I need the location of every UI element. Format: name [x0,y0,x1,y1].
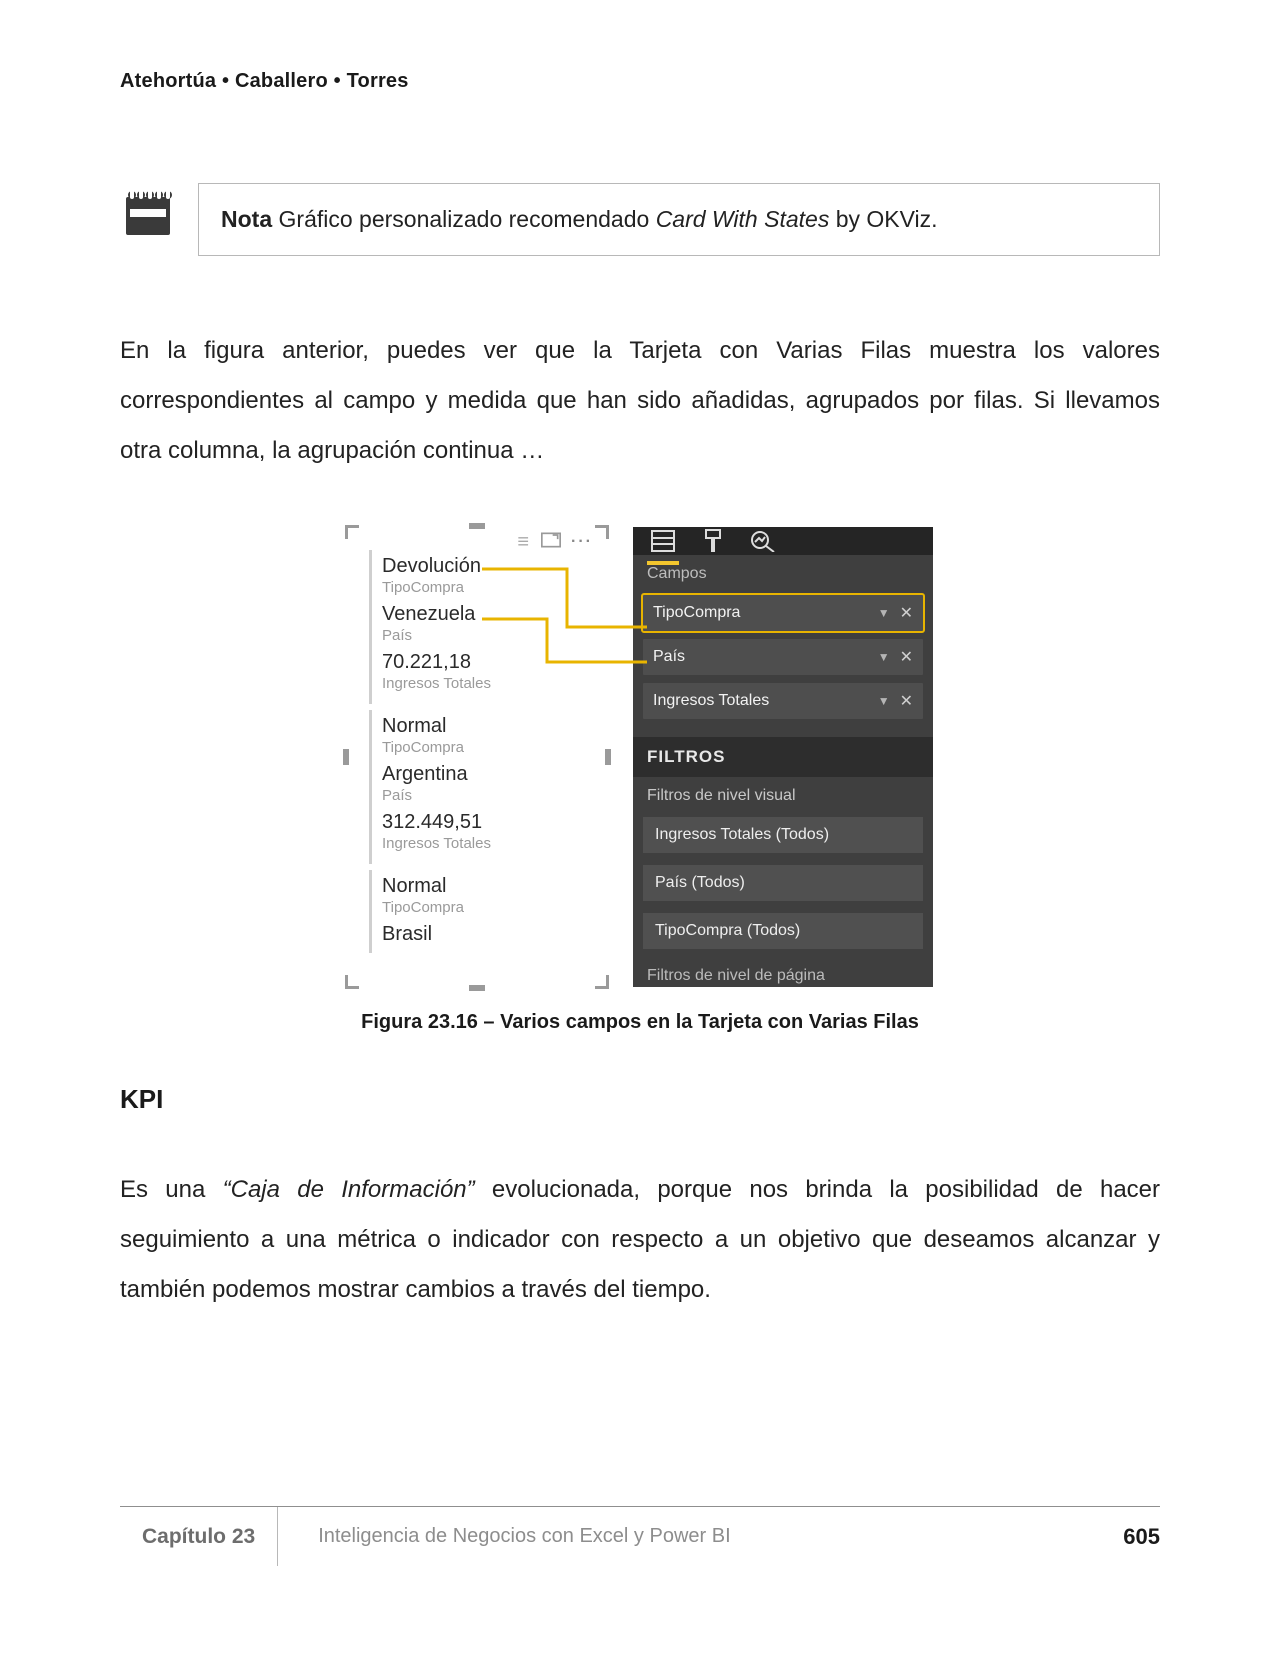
card-value: Normal [382,874,589,899]
chevron-down-icon[interactable]: ▼ [878,606,890,620]
card-label: Ingresos Totales [382,835,589,852]
selection-handle[interactable] [605,749,611,765]
card-value: Brasil [382,922,589,947]
field-well-item[interactable]: TipoCompra ▼ ✕ [643,595,923,631]
card-value: 70.221,18 [382,650,589,675]
panel-tab-bar [633,527,933,555]
field-well-item[interactable]: País ▼ ✕ [643,639,923,675]
page-level-filters-label: Filtros de nivel de página [633,955,933,987]
chevron-down-icon[interactable]: ▼ [878,694,890,708]
notepad-icon [120,183,176,239]
card-label: TipoCompra [382,899,589,916]
more-options-icon[interactable]: ··· [571,533,593,551]
card-value: Argentina [382,762,589,787]
page-header-authors: Atehortúa • Caballero • Torres [120,70,1160,93]
selection-handle[interactable] [343,749,349,765]
note-box: Nota Gráfico personalizado recomendado C… [198,183,1160,256]
field-name: TipoCompra [653,604,740,622]
card-value: Devolución [382,554,589,579]
paragraph-2: Es una “Caja de Información” evolucionad… [120,1165,1160,1316]
note-visual-name: Card With States [656,206,830,232]
focus-mode-icon[interactable] [541,532,561,553]
card-value: 312.449,51 [382,810,589,835]
filter-item[interactable]: País (Todos) [643,865,923,901]
visualizations-panel: Campos TipoCompra ▼ ✕ País ▼ ✕ Ingresos … [633,527,933,987]
card-label: País [382,787,589,804]
footer-page-number: 605 [1123,1524,1160,1550]
card-label: TipoCompra [382,579,589,596]
selection-handle[interactable] [595,525,609,539]
note-block: Nota Gráfico personalizado recomendado C… [120,183,1160,256]
section-heading-kpi: KPI [120,1084,1160,1115]
paragraph-2-pre: Es una [120,1176,223,1203]
selection-handle[interactable] [595,975,609,989]
field-name: Ingresos Totales [653,692,769,710]
selection-handle[interactable] [345,525,359,539]
remove-field-icon[interactable]: ✕ [900,691,913,711]
paragraph-2-quote: “Caja de Información” [223,1176,475,1203]
footer-chapter: Capítulo 23 [120,1507,278,1566]
note-text-suffix: by OKViz. [829,206,937,232]
paragraph-1: En la figura anterior, puedes ver que la… [120,326,1160,477]
field-well-item[interactable]: Ingresos Totales ▼ ✕ [643,683,923,719]
note-text-prefix: Gráfico personalizado recomendado [272,206,656,232]
selection-handle[interactable] [345,975,359,989]
visual-level-filters-label: Filtros de nivel visual [633,777,933,811]
card-group-1: Devolución TipoCompra Venezuela País 70.… [369,550,589,704]
visual-toolbar: ≡ ··· [517,531,593,554]
card-value: Normal [382,714,589,739]
card-label: País [382,627,589,644]
selection-handle[interactable] [469,523,485,529]
filter-item[interactable]: TipoCompra (Todos) [643,913,923,949]
card-group-3: Normal TipoCompra Brasil [369,870,589,953]
remove-field-icon[interactable]: ✕ [900,647,913,667]
card-label: TipoCompra [382,739,589,756]
filter-item[interactable]: Ingresos Totales (Todos) [643,817,923,853]
footer-title: Inteligencia de Negocios con Excel y Pow… [278,1525,1123,1548]
figure-caption: Figura 23.16 – Varios campos en la Tarje… [361,1011,919,1034]
analytics-tab-icon[interactable] [749,527,777,555]
fields-tab-icon[interactable] [649,527,677,555]
field-name: País [653,648,685,666]
card-label: Ingresos Totales [382,675,589,692]
selection-handle[interactable] [469,985,485,991]
card-value: Venezuela [382,602,589,627]
remove-field-icon[interactable]: ✕ [900,603,913,623]
filters-header: FILTROS [633,737,933,777]
note-label: Nota [221,206,272,232]
format-tab-icon[interactable] [699,527,727,555]
multirow-card-visual[interactable]: ≡ ··· Devolución TipoCompra Venezuela Pa… [347,527,607,987]
figure-23-16: ≡ ··· Devolución TipoCompra Venezuela Pa… [120,527,1160,1034]
drag-handle-icon[interactable]: ≡ [517,531,527,554]
page-footer: Capítulo 23 Inteligencia de Negocios con… [120,1506,1160,1566]
chevron-down-icon[interactable]: ▼ [878,650,890,664]
card-group-2: Normal TipoCompra Argentina País 312.449… [369,710,589,864]
